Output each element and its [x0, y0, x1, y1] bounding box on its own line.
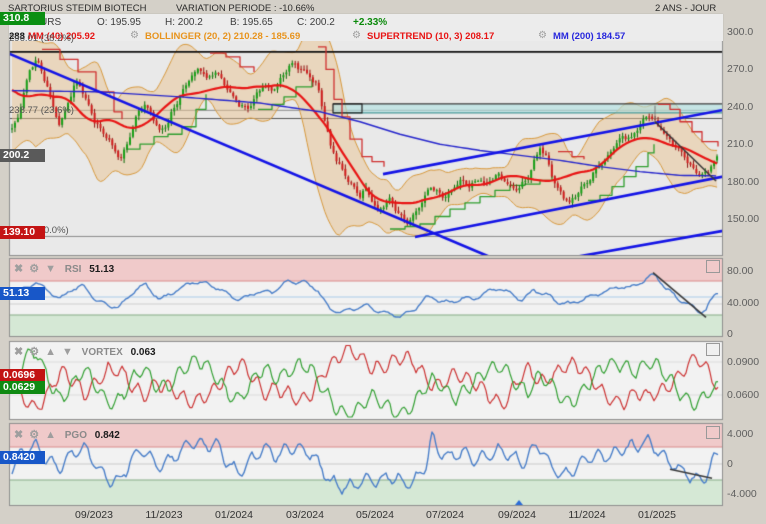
arrow-up-icon[interactable]: ▲: [45, 346, 56, 358]
time-axis-label: 03/2024: [286, 509, 324, 521]
price-badge: 200.2: [0, 149, 45, 163]
rsi-title: RSI: [64, 264, 82, 275]
price-badge: 139.10: [0, 225, 45, 239]
pgo-badge: 0.8420: [0, 450, 45, 464]
vortex-header: ✖ ⚙ ▲ ▼ VORTEX 0.063: [14, 345, 156, 358]
arrow-up-icon[interactable]: ▲: [45, 429, 56, 441]
gear-icon[interactable]: ⚙: [538, 30, 547, 41]
rsi-tick: 40.000: [727, 296, 760, 309]
gear-icon[interactable]: ⚙: [29, 346, 39, 358]
trading-app: SARTORIUS STEDIM BIOTECH VARIATION PERIO…: [0, 0, 766, 524]
rsi-resize-handle[interactable]: [706, 260, 720, 273]
time-axis-label: 11/2024: [568, 509, 606, 521]
price-tick: 270.0: [727, 63, 754, 76]
time-axis-label: 09/2023: [75, 509, 113, 521]
pgo-resize-handle[interactable]: [706, 426, 720, 439]
gear-icon[interactable]: ⚙: [29, 263, 39, 275]
rsi-tick: 0: [727, 328, 733, 340]
time-axis-label: 07/2024: [426, 509, 464, 521]
open-value: O: 195.95: [97, 17, 141, 28]
price-tick: 210.0: [727, 138, 754, 151]
pgo-tick: -4.000: [727, 488, 757, 500]
variation-period: VARIATION PERIODE : -10.66%: [176, 3, 315, 14]
vortex-title: VORTEX: [81, 347, 123, 358]
rsi-header: ✖ ⚙ ▼ RSI 51.13: [14, 262, 114, 275]
vortex-value: 0.063: [130, 347, 156, 358]
close-icon[interactable]: ✖: [14, 429, 23, 441]
timeframe-label[interactable]: 2 ANS - JOUR: [655, 3, 716, 14]
change-percent: +2.33%: [353, 17, 388, 28]
pgo-tick: 0: [727, 458, 733, 470]
rsi-tick: 80.00: [727, 265, 754, 277]
legend-mm200: MM (200) 184.57: [553, 31, 626, 42]
close-icon[interactable]: ✖: [14, 346, 23, 358]
arrow-down-icon[interactable]: ▼: [62, 346, 73, 358]
rsi-badge: 51.13: [0, 286, 45, 300]
time-axis-label: 01/2024: [215, 509, 253, 521]
vortex-tick: 0.0600: [727, 389, 760, 401]
low-value: B: 195.65: [230, 17, 273, 28]
gear-icon[interactable]: ⚙: [352, 30, 361, 41]
price-tick: 150.00: [727, 213, 760, 225]
gear-icon[interactable]: ⚙: [130, 30, 139, 41]
vortex-resize-handle[interactable]: [706, 343, 720, 356]
price-badge: 310.8: [0, 11, 45, 25]
close-value: C: 200.2: [297, 17, 335, 28]
fib-236-label: 238.77 (23.6%): [9, 105, 74, 116]
high-value: H: 200.2: [165, 17, 203, 28]
arrow-down-icon[interactable]: ▼: [45, 263, 56, 275]
vortex-badge: 0.0629: [0, 380, 45, 394]
rsi-value: 51.13: [89, 264, 115, 275]
time-axis-label: 01/2025: [638, 509, 676, 521]
fib-382-label: 296.01 (38.2%): [9, 33, 74, 44]
time-axis-label: 11/2023: [145, 509, 183, 521]
pgo-header: ✖ ⚙ ▲ PGO 0.842: [14, 428, 120, 441]
price-tick: 300.0: [727, 26, 754, 38]
time-axis-label: 09/2024: [498, 509, 536, 521]
legend-bollinger: BOLLINGER (20, 2) 210.28 - 185.69: [145, 31, 301, 42]
gear-icon[interactable]: ⚙: [29, 429, 39, 441]
chart-canvas[interactable]: [0, 0, 766, 524]
legend-supertrend: SUPERTREND (10, 3) 208.17: [367, 31, 495, 42]
price-tick: 240.0: [727, 100, 754, 113]
pgo-value: 0.842: [94, 430, 120, 441]
close-icon[interactable]: ✖: [14, 263, 23, 275]
pgo-tick: 4.000: [727, 428, 754, 440]
pgo-title: PGO: [64, 430, 87, 441]
price-tick: 180.00: [727, 175, 760, 188]
vortex-tick: 0.0900: [727, 356, 760, 368]
time-axis-label: 05/2024: [356, 509, 394, 521]
